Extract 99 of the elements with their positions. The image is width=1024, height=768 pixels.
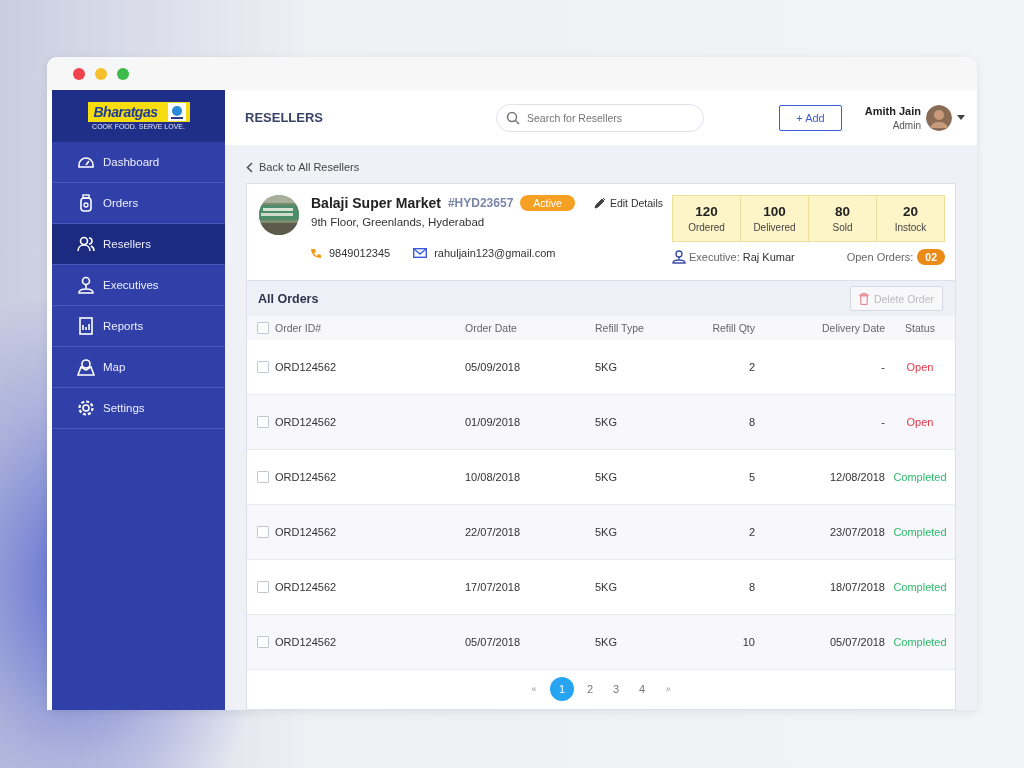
status-text: Completed <box>893 636 947 648</box>
table-cell: 23/07/2018 <box>829 526 885 538</box>
gas-cylinder-icon <box>77 194 95 212</box>
edit-details-link[interactable]: Edit Details <box>593 197 664 209</box>
table-cell: 05/09/2018 <box>465 361 521 373</box>
table-cell: ORD124562 <box>275 636 337 648</box>
reseller-address: 9th Floor, Greenlands, Hyderabad <box>311 216 486 228</box>
table-cell: - <box>881 361 885 373</box>
checkbox[interactable] <box>257 322 269 334</box>
table-cell: ORD124562 <box>275 526 337 538</box>
page-link[interactable]: 3 <box>606 677 626 701</box>
status-text: Open <box>906 361 934 373</box>
table-cell: 18/07/2018 <box>829 581 885 593</box>
checkbox[interactable] <box>257 471 269 483</box>
table-cell: 05/07/2018 <box>829 636 885 648</box>
column-header: Order Date <box>465 322 517 334</box>
page-link[interactable]: 4 <box>632 677 652 701</box>
status-text: Completed <box>893 581 947 593</box>
status-text: Completed <box>893 526 947 538</box>
search-icon <box>506 110 520 125</box>
user-name: Amith Jain <box>864 104 921 117</box>
table-cell: 05/07/2018 <box>465 636 521 648</box>
table-cell: - <box>881 416 885 428</box>
phone-icon <box>311 247 322 259</box>
checkbox[interactable] <box>257 526 269 538</box>
map-icon <box>77 358 95 376</box>
settings-icon <box>77 399 95 417</box>
table-cell: ORD124562 <box>275 361 337 373</box>
avatar <box>926 104 952 131</box>
trash-icon <box>858 292 869 305</box>
stat-label: Delivered <box>753 222 796 233</box>
column-header: Refill Qty <box>712 322 755 334</box>
table-cell: 8 <box>748 581 755 593</box>
table-cell: 5KG <box>595 361 617 373</box>
caret-icon <box>957 115 965 120</box>
table-cell: 10/08/2018 <box>465 471 521 483</box>
stat-value: 20 <box>903 204 918 219</box>
table-cell: 17/07/2018 <box>465 581 521 593</box>
table-cell: 12/08/2018 <box>829 471 885 483</box>
page-title: RESELLERS <box>245 110 324 125</box>
page-link[interactable]: 2 <box>580 677 600 701</box>
table-cell: 5KG <box>595 526 617 538</box>
status-text: Completed <box>893 471 947 483</box>
checkbox[interactable] <box>257 581 269 593</box>
checkbox[interactable] <box>257 361 269 373</box>
status-badge: Active <box>520 195 575 211</box>
pencil-icon <box>593 197 606 209</box>
chart-document-icon <box>77 317 95 335</box>
minimize-button[interactable] <box>95 67 107 80</box>
section-title: All Orders <box>258 291 319 306</box>
table-cell: ORD124562 <box>275 581 337 593</box>
table-cell: 5KG <box>595 581 617 593</box>
executive-name: Raj Kumar <box>742 251 795 263</box>
add-button[interactable]: + Add <box>779 104 842 131</box>
table-cell: 5KG <box>595 471 617 483</box>
stat-value: 100 <box>763 204 786 219</box>
column-header: Status <box>905 322 935 334</box>
column-header: Delivery Date <box>821 322 885 334</box>
table-cell: 5 <box>748 471 755 483</box>
table-cell: 22/07/2018 <box>465 526 521 538</box>
table-cell: 8 <box>748 416 755 428</box>
user-role: Admin <box>891 119 921 131</box>
table-cell: 2 <box>748 526 755 538</box>
back-link[interactable]: Back to All Resellers <box>246 161 360 173</box>
table-cell: ORD124562 <box>275 416 337 428</box>
reseller-name: Balaji Super Market <box>311 195 441 211</box>
stat-label: Sold <box>832 222 853 233</box>
people-icon <box>77 235 95 253</box>
checkbox[interactable] <box>257 636 269 648</box>
column-header: Refill Type <box>595 322 644 334</box>
table-cell: 5KG <box>595 416 617 428</box>
emblem-icon <box>167 103 186 121</box>
column-header: Order ID# <box>275 322 322 334</box>
search-field[interactable]: Search for Resellers <box>496 103 704 132</box>
stat-value: 80 <box>835 204 850 219</box>
executive-label: Executive: <box>689 251 740 263</box>
stat-value: 120 <box>695 204 718 219</box>
reseller-code: #HYD23657 <box>447 196 514 210</box>
envelope-icon <box>413 248 428 258</box>
table-cell: 2 <box>748 361 755 373</box>
maximize-button[interactable] <box>117 67 129 80</box>
person-icon <box>77 276 95 294</box>
table-cell: 01/09/2018 <box>465 416 521 428</box>
sidebar-item[interactable]: Resellers <box>52 224 225 265</box>
status-text: Open <box>906 416 934 428</box>
stat-label: Instock <box>894 222 927 233</box>
close-button[interactable] <box>73 67 85 80</box>
count-badge: 02 <box>917 249 945 265</box>
phone-number: 9849012345 <box>329 247 391 259</box>
checkbox[interactable] <box>257 416 269 428</box>
logo: Bharatgas <box>87 102 190 122</box>
email-address: rahuljain123@gmail.com <box>434 247 556 259</box>
table-cell: 10 <box>742 636 755 648</box>
table-cell: 5KG <box>595 636 617 648</box>
open-orders-label: Open Orders: <box>846 251 914 263</box>
chevron-left-icon <box>246 161 253 173</box>
stat-label: Ordered <box>688 222 725 233</box>
table-cell: ORD124562 <box>275 471 337 483</box>
person-icon <box>672 250 686 264</box>
